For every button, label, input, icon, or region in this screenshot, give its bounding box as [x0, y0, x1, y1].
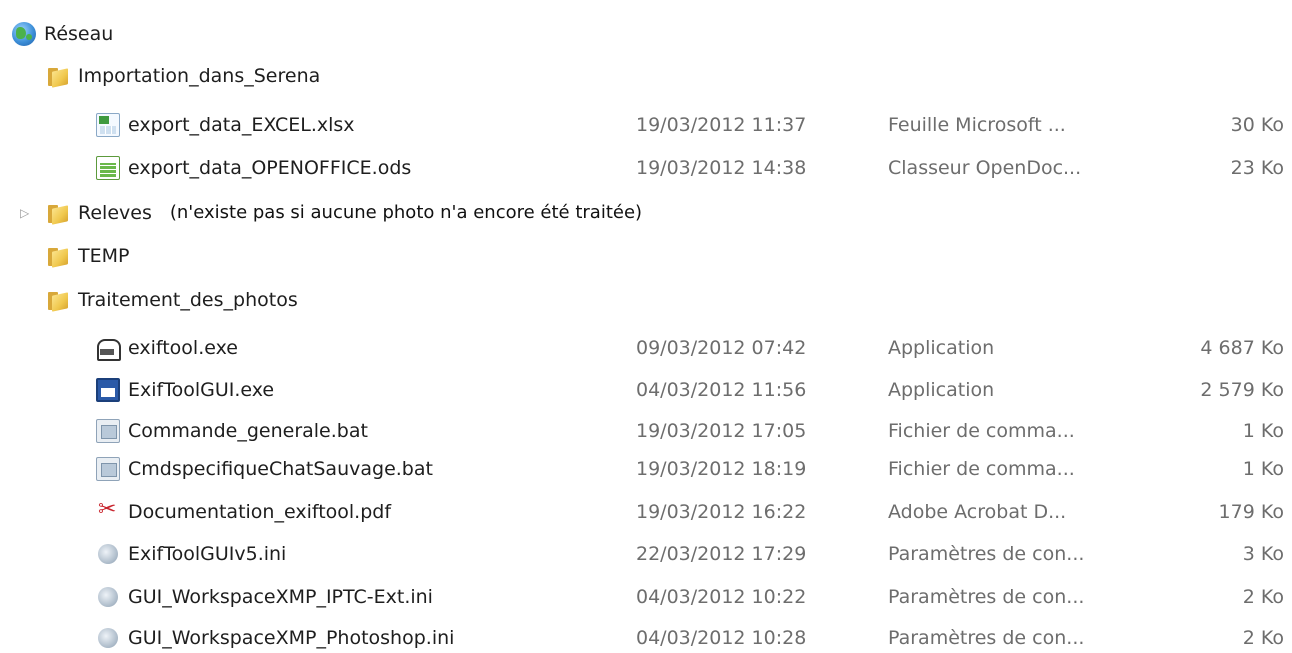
file-size: 2 579 Ko — [1200, 379, 1284, 401]
file-row[interactable]: ExifToolGUIv5.ini 22/03/2012 17:29 Param… — [0, 534, 1292, 574]
exe-icon — [96, 336, 121, 361]
file-row[interactable]: GUI_WorkspaceXMP_Photoshop.ini 04/03/201… — [0, 618, 1292, 653]
folder-label: Traitement_des_photos — [78, 289, 298, 311]
file-type: Fichier de comma... — [888, 458, 1075, 480]
tree-folder-traitement[interactable]: Traitement_des_photos — [0, 280, 1292, 320]
file-size: 2 Ko — [1242, 627, 1284, 649]
file-name: export_data_EXCEL.xlsx — [128, 114, 355, 136]
file-date: 22/03/2012 17:29 — [636, 543, 807, 565]
file-row[interactable]: export_data_EXCEL.xlsx 19/03/2012 11:37 … — [0, 105, 1292, 145]
file-row[interactable]: export_data_OPENOFFICE.ods 19/03/2012 14… — [0, 148, 1292, 188]
file-date: 04/03/2012 11:56 — [636, 379, 807, 401]
file-date: 19/03/2012 11:37 — [636, 114, 807, 136]
tree-folder-importation[interactable]: Importation_dans_Serena — [0, 56, 1292, 96]
file-date: 19/03/2012 18:19 — [636, 458, 807, 480]
ini-settings-icon — [98, 628, 118, 648]
folder-icon — [48, 290, 70, 312]
file-name: Documentation_exiftool.pdf — [128, 501, 392, 523]
file-size: 30 Ko — [1230, 114, 1284, 136]
folder-icon — [48, 66, 70, 88]
batch-file-icon — [96, 457, 120, 481]
file-row[interactable]: Documentation_exiftool.pdf 19/03/2012 16… — [0, 492, 1292, 532]
file-row[interactable]: Commande_generale.bat 19/03/2012 17:05 F… — [0, 411, 1292, 451]
annotation-note: (n'existe pas si aucune photo n'a encore… — [169, 202, 643, 223]
folder-label: Releves — [78, 202, 152, 224]
file-type: Paramètres de con... — [888, 586, 1085, 608]
file-size: 1 Ko — [1242, 458, 1284, 480]
file-row[interactable]: ExifToolGUI.exe 04/03/2012 11:56 Applica… — [0, 370, 1292, 410]
globe-icon — [12, 22, 36, 46]
batch-file-icon — [96, 419, 120, 443]
file-type: Application — [888, 379, 995, 401]
folder-icon — [48, 246, 70, 268]
file-size: 2 Ko — [1242, 586, 1284, 608]
file-date: 19/03/2012 17:05 — [636, 420, 807, 442]
file-type: Feuille Microsoft ... — [888, 114, 1066, 136]
file-row[interactable]: exiftool.exe 09/03/2012 07:42 Applicatio… — [0, 328, 1292, 368]
file-row[interactable]: GUI_WorkspaceXMP_IPTC-Ext.ini 04/03/2012… — [0, 577, 1292, 617]
file-name: export_data_OPENOFFICE.ods — [128, 157, 412, 179]
spreadsheet-icon — [96, 113, 120, 137]
file-type: Classeur OpenDoc... — [888, 157, 1082, 179]
expand-chevron-icon[interactable]: ▷ — [20, 193, 29, 233]
folder-label: TEMP — [78, 245, 130, 267]
spreadsheet-icon — [96, 156, 120, 180]
tree-root-network[interactable]: Réseau — [0, 14, 1292, 54]
file-size: 4 687 Ko — [1200, 337, 1284, 359]
file-name: Commande_generale.bat — [128, 420, 368, 442]
file-type: Fichier de comma... — [888, 420, 1075, 442]
file-name: GUI_WorkspaceXMP_IPTC-Ext.ini — [128, 586, 433, 608]
tree-folder-temp[interactable]: TEMP — [0, 236, 1292, 276]
file-type: Adobe Acrobat D... — [888, 501, 1067, 523]
file-date: 19/03/2012 14:38 — [636, 157, 807, 179]
file-type: Application — [888, 337, 995, 359]
folder-icon — [48, 203, 70, 225]
folder-label: Importation_dans_Serena — [78, 65, 321, 87]
file-name: CmdspecifiqueChatSauvage.bat — [128, 458, 433, 480]
ini-settings-icon — [98, 544, 118, 564]
file-row[interactable]: CmdspecifiqueChatSauvage.bat 19/03/2012 … — [0, 449, 1292, 489]
tree-folder-releves[interactable]: ▷ Releves (n'existe pas si aucune photo … — [0, 193, 1292, 233]
file-name: GUI_WorkspaceXMP_Photoshop.ini — [128, 627, 455, 649]
file-name: ExifToolGUIv5.ini — [128, 543, 287, 565]
file-date: 19/03/2012 16:22 — [636, 501, 807, 523]
pdf-icon — [96, 498, 120, 524]
app-icon — [96, 378, 120, 402]
file-type: Paramètres de con... — [888, 543, 1085, 565]
ini-settings-icon — [98, 587, 118, 607]
tree-item-label: Réseau — [44, 23, 114, 45]
file-type: Paramètres de con... — [888, 627, 1085, 649]
file-size: 3 Ko — [1242, 543, 1284, 565]
file-name: exiftool.exe — [128, 337, 238, 359]
file-size: 1 Ko — [1242, 420, 1284, 442]
file-size: 179 Ko — [1218, 501, 1284, 523]
file-name: ExifToolGUI.exe — [128, 379, 275, 401]
file-date: 04/03/2012 10:28 — [636, 627, 807, 649]
file-size: 23 Ko — [1230, 157, 1284, 179]
file-date: 09/03/2012 07:42 — [636, 337, 807, 359]
file-date: 04/03/2012 10:22 — [636, 586, 807, 608]
